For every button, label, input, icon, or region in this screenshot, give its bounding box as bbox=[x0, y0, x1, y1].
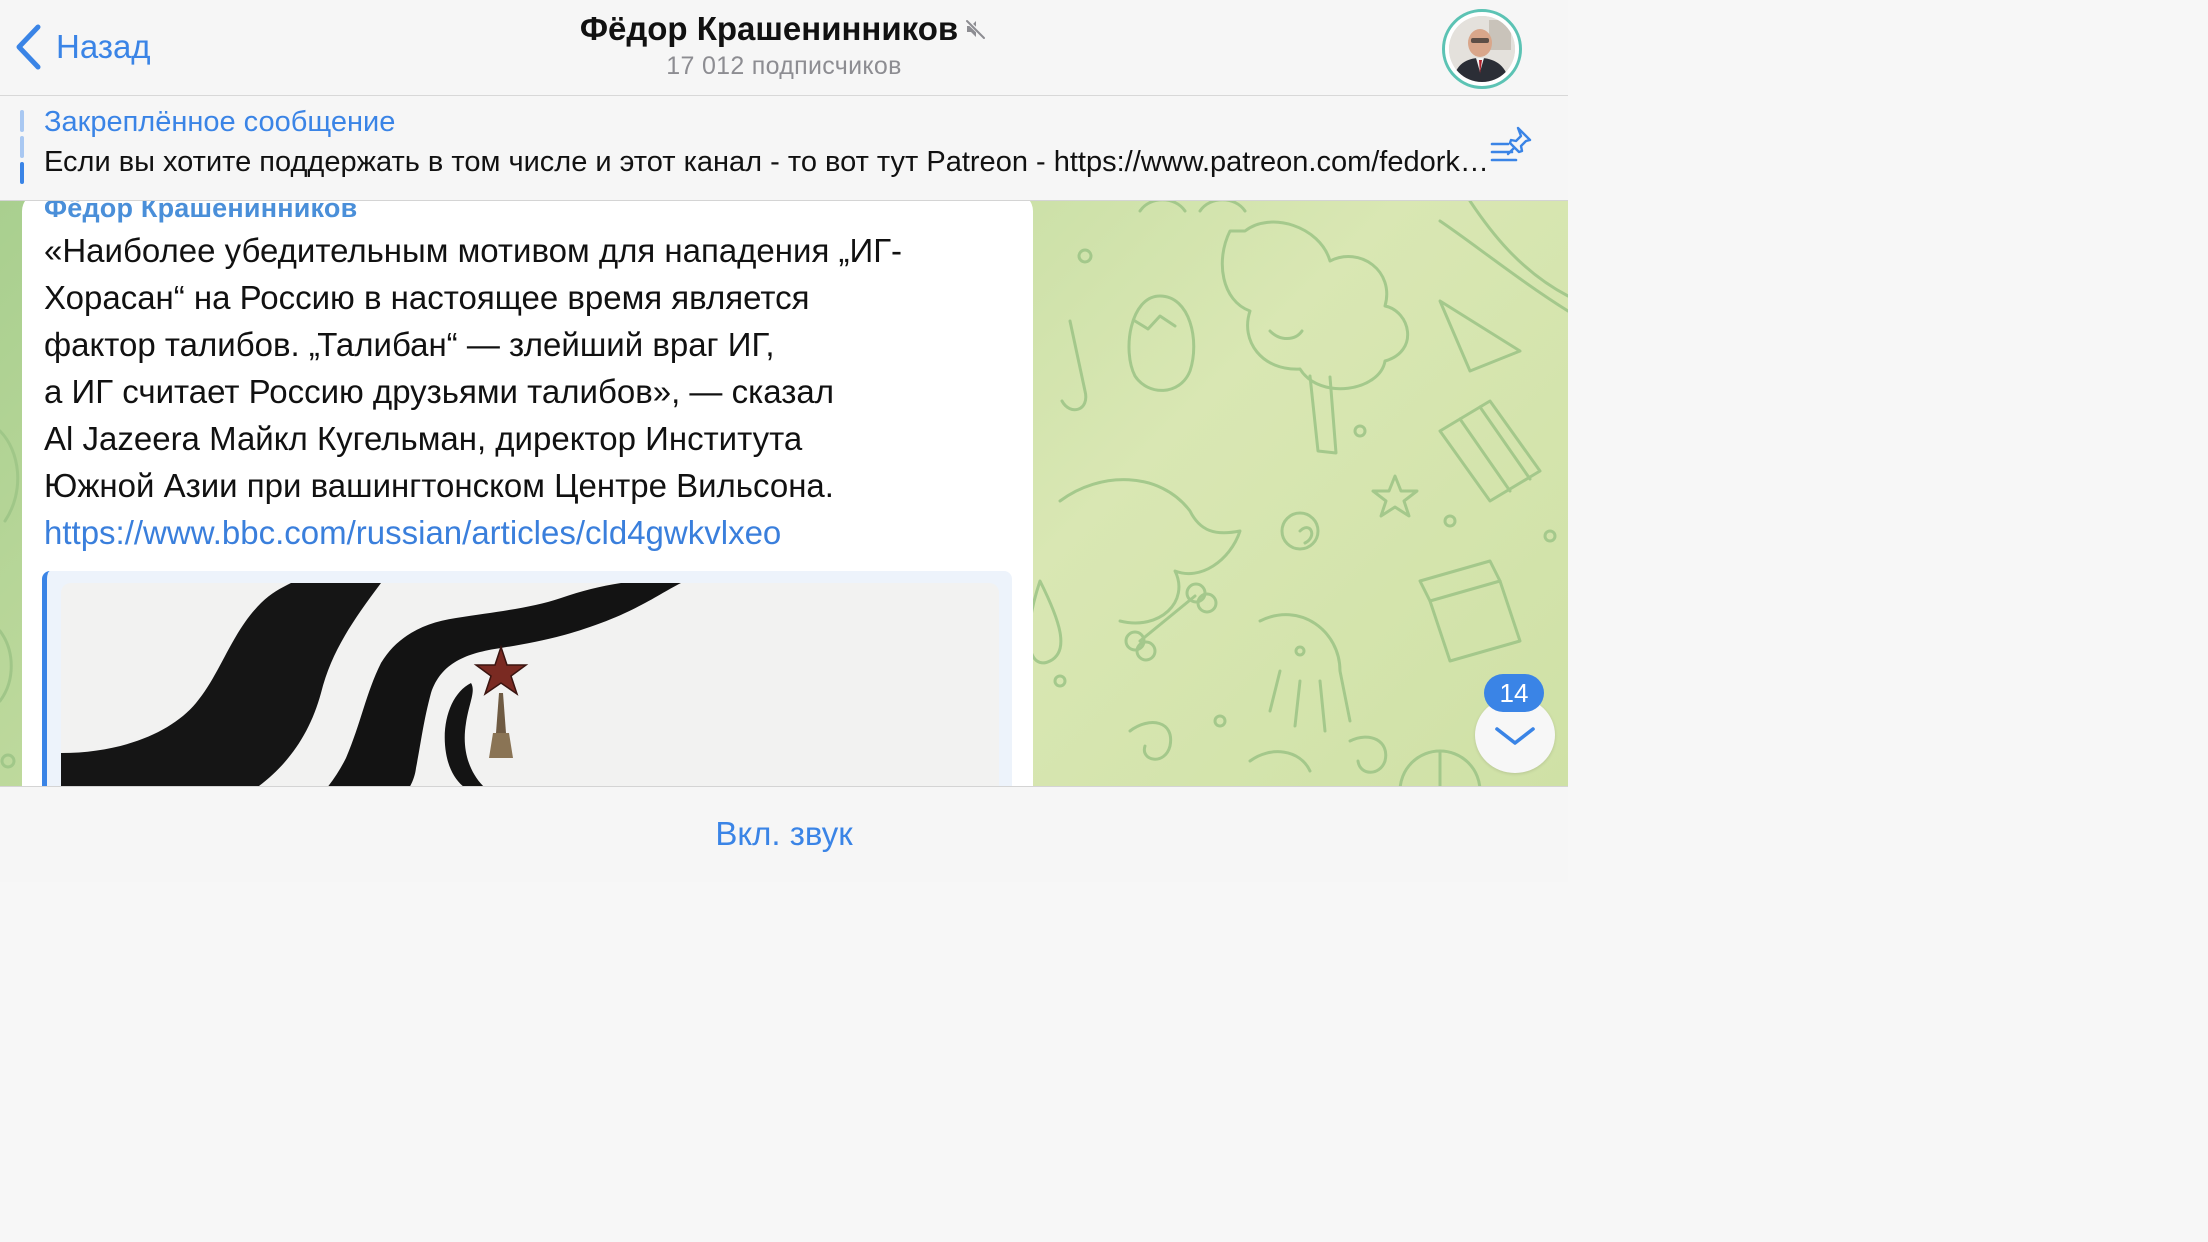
pinned-title: Закреплённое сообщение bbox=[44, 106, 396, 138]
pin-list-icon[interactable] bbox=[1488, 124, 1536, 166]
unread-count-badge[interactable]: 14 bbox=[1484, 674, 1544, 712]
channel-title-area[interactable]: Фёдор Крашенинников 17 012 подписчиков bbox=[0, 10, 1568, 81]
pinned-text: Если вы хотите поддержать в том числе и … bbox=[44, 146, 1494, 178]
link-preview-image[interactable] bbox=[61, 583, 999, 786]
message-text-line: Al Jazeera Майкл Кугельман, директор Инс… bbox=[44, 420, 803, 457]
pinned-indicator bbox=[20, 110, 24, 184]
message-text-line: Хорасан“ на Россию в настоящее время явл… bbox=[44, 279, 810, 316]
message-link[interactable]: https://www.bbc.com/russian/articles/cld… bbox=[44, 513, 781, 553]
pinned-message-bar[interactable]: Закреплённое сообщение Если вы хотите по… bbox=[0, 96, 1568, 201]
unmute-button[interactable]: Вкл. звук bbox=[0, 815, 1568, 853]
avatar-photo bbox=[1449, 16, 1515, 82]
channel-avatar[interactable] bbox=[1442, 9, 1522, 89]
speaker-muted-icon bbox=[964, 18, 988, 40]
bottom-bar: Вкл. звук bbox=[0, 786, 1568, 882]
message-bubble[interactable]: Фёдор Крашенинников «Наиболее убедительн… bbox=[22, 201, 1033, 786]
navigation-bar: Назад Фёдор Крашенинников 17 012 подписч… bbox=[0, 0, 1568, 96]
channel-title: Фёдор Крашенинников bbox=[579, 10, 959, 47]
message-author[interactable]: Фёдор Крашенинников bbox=[44, 201, 357, 224]
message-text-line: «Наиболее убедительным мотивом для напад… bbox=[44, 232, 903, 269]
chain-star-image bbox=[61, 583, 999, 786]
subscriber-count: 17 012 подписчиков bbox=[666, 52, 902, 80]
chat-area[interactable]: Фёдор Крашенинников «Наиболее убедительн… bbox=[0, 201, 1568, 786]
link-preview[interactable] bbox=[42, 571, 1012, 786]
message-text-line: фактор талибов. „Талибан“ — злейший враг… bbox=[44, 326, 775, 363]
message-text-line: а ИГ считает Россию друзьями талибов», —… bbox=[44, 373, 834, 410]
message-text-line: Южной Азии при вашингтонском Центре Виль… bbox=[44, 467, 834, 504]
